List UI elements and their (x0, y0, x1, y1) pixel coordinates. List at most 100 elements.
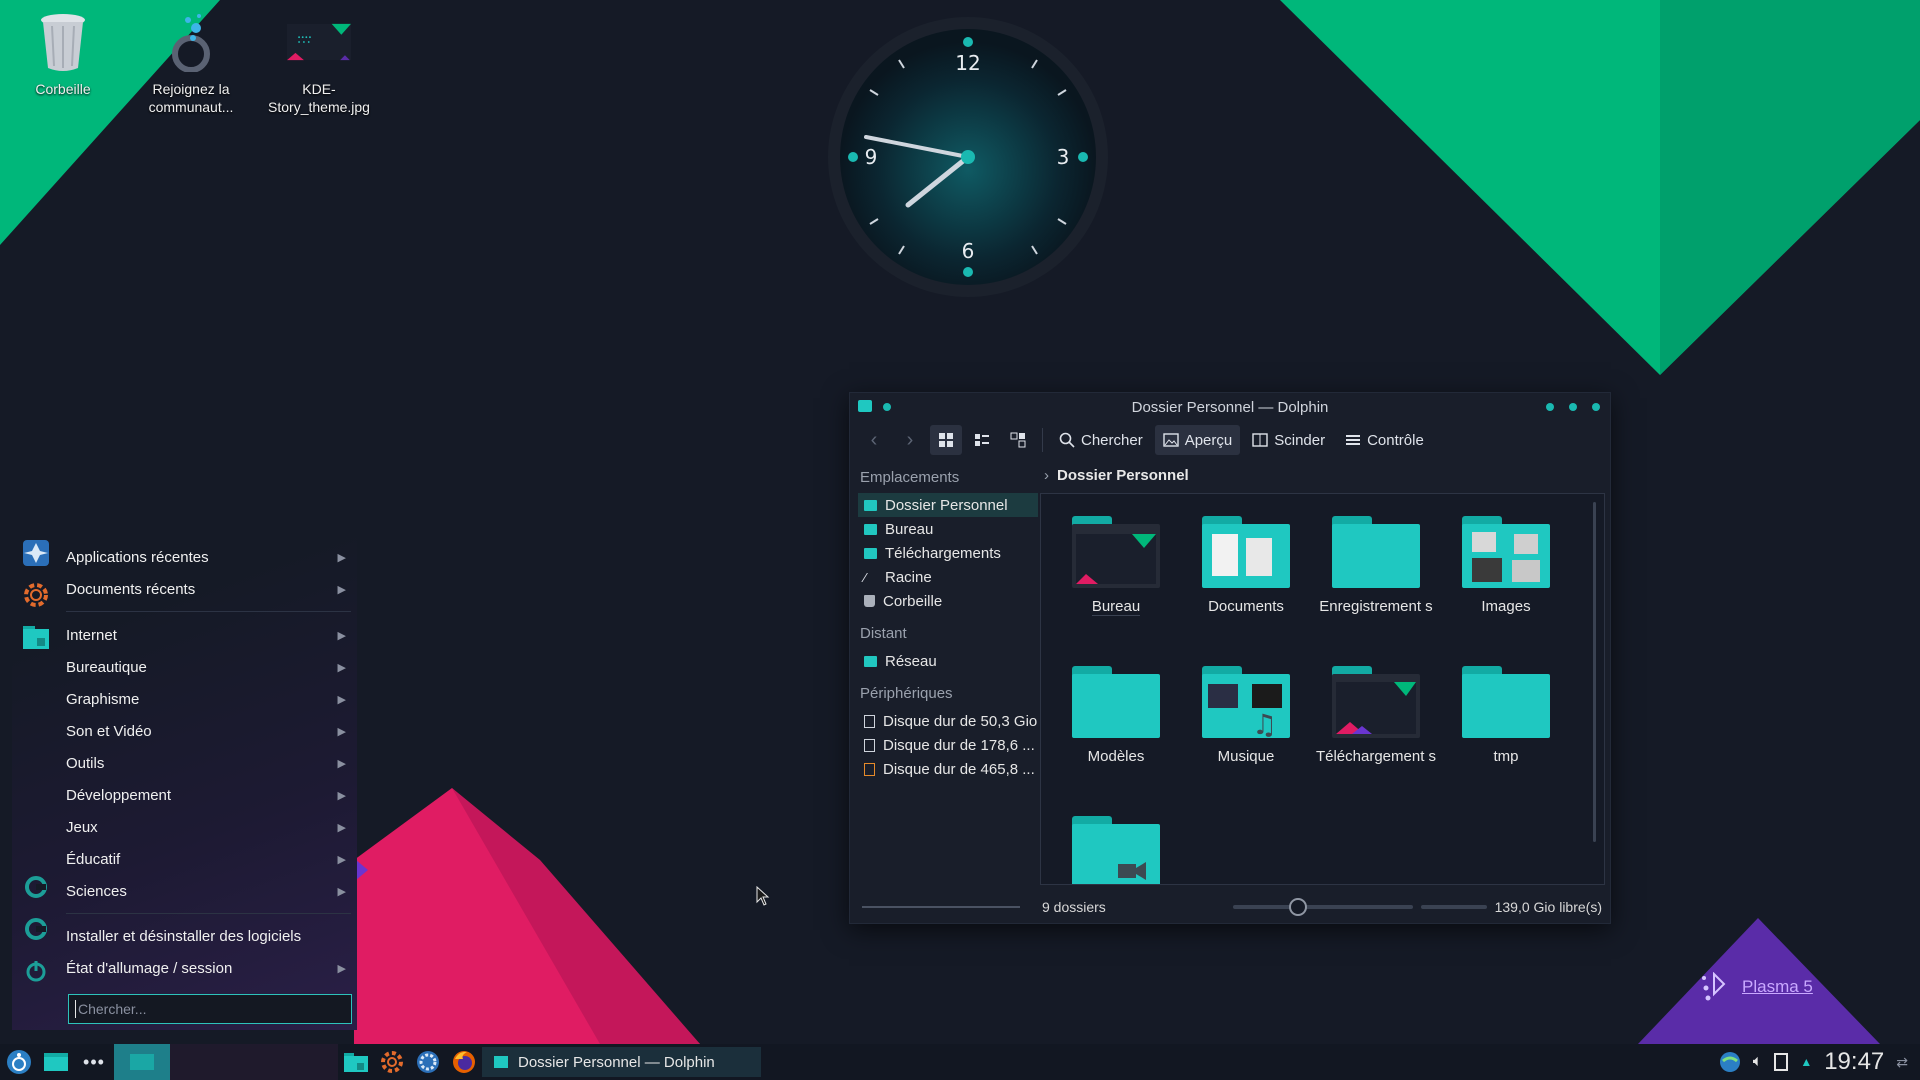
taskbar-firefox-launcher[interactable] (446, 1044, 482, 1080)
place-home[interactable]: Dossier Personnel (858, 493, 1038, 517)
folder-item[interactable]: Images (1441, 504, 1571, 654)
place-label: Racine (885, 568, 932, 586)
folder-item[interactable]: Bureau (1051, 504, 1181, 654)
task-dolphin[interactable]: Dossier Personnel — Dolphin (482, 1047, 761, 1077)
folder-item[interactable] (1051, 804, 1181, 884)
show-desktop-button[interactable] (38, 1044, 74, 1080)
power-icon[interactable] (21, 956, 51, 986)
application-launcher-button[interactable] (0, 1044, 38, 1080)
split-button-label: Scinder (1274, 431, 1326, 449)
panel-settings-icon[interactable]: ⇄ (1896, 1054, 1908, 1071)
chevron-right-icon: ▶ (337, 583, 346, 596)
vertical-scrollbar[interactable] (1593, 502, 1596, 842)
desktop-icon-wallpaper-file[interactable]: KDE-Story_theme.jpg (264, 10, 374, 116)
videos-folder-icon (1072, 816, 1160, 884)
application-launcher-menu[interactable]: Applications récentes ▶ Documents récents… (12, 528, 357, 1030)
forward-button[interactable]: › (894, 425, 926, 455)
virtual-desktop-2[interactable] (170, 1044, 226, 1080)
place-network[interactable]: Réseau (858, 649, 1038, 673)
menu-item-label: Installer et désinstaller des logiciels (66, 927, 302, 945)
folder-item[interactable]: Documents (1181, 504, 1311, 654)
network-icon[interactable] (1719, 1051, 1741, 1073)
taskbar-settings-launcher[interactable] (374, 1044, 410, 1080)
minimize-button[interactable] (1546, 403, 1554, 411)
menu-category-science[interactable]: Sciences ▶ (66, 876, 346, 906)
device-disk-2[interactable]: Disque dur de 178,6 ... (858, 733, 1038, 757)
virtual-desktop-4[interactable] (282, 1044, 338, 1080)
search-button[interactable]: Chercher (1051, 425, 1151, 455)
breadcrumb[interactable]: › Dossier Personnel (1044, 463, 1189, 487)
places-panel-resize-handle[interactable] (862, 906, 1020, 908)
split-view-icon (1252, 433, 1268, 447)
menu-item-recent-documents[interactable]: Documents récents ▶ (66, 574, 346, 604)
hard-disk-icon (864, 714, 875, 728)
zoom-slider[interactable] (1232, 898, 1413, 916)
folder-label: tmp (1493, 748, 1519, 765)
file-view[interactable]: Bureau Documents Enregistrement s Images… (1040, 493, 1605, 885)
device-disk-3[interactable]: Disque dur de 465,8 ... (858, 757, 1038, 781)
menu-category-graphics[interactable]: Graphisme ▶ (66, 684, 346, 714)
desktop-icon-trash[interactable]: Corbeille (8, 10, 118, 98)
more-options-icon[interactable]: ••• (74, 1044, 114, 1080)
menu-category-internet[interactable]: Internet ▶ (66, 620, 346, 650)
leave-icon[interactable] (21, 872, 51, 902)
details-view-button[interactable] (1002, 425, 1034, 455)
icons-view-button[interactable] (930, 425, 962, 455)
folder-item[interactable]: Enregistrement s (1311, 504, 1441, 654)
chevron-right-icon: ▶ (337, 821, 346, 834)
folder-item[interactable]: tmp (1441, 654, 1571, 804)
place-label: Téléchargements (885, 544, 1001, 562)
place-downloads[interactable]: Téléchargements (858, 541, 1038, 565)
pin-icon[interactable] (883, 403, 891, 411)
split-button[interactable]: Scinder (1244, 425, 1333, 455)
place-desktop[interactable]: Bureau (858, 517, 1038, 541)
menu-category-office[interactable]: Bureautique ▶ (66, 652, 346, 682)
folder-item[interactable]: Téléchargement s (1311, 654, 1441, 804)
folder-label: Musique (1217, 748, 1275, 765)
compact-view-button[interactable] (966, 425, 998, 455)
tray-expand-icon[interactable]: ▲ (1800, 1055, 1812, 1069)
menu-item-recent-applications[interactable]: Applications récentes ▶ (66, 542, 346, 572)
menu-category-development[interactable]: Développement ▶ (66, 780, 346, 810)
place-trash[interactable]: Corbeille (858, 589, 1038, 613)
file-manager-icon[interactable] (21, 622, 51, 652)
menu-category-utilities[interactable]: Outils ▶ (66, 748, 346, 778)
device-disk-1[interactable]: Disque dur de 50,3 Gio (858, 709, 1038, 733)
folder-item[interactable]: ♫ Musique (1181, 654, 1311, 804)
window-titlebar[interactable]: Dossier Personnel — Dolphin (850, 393, 1610, 421)
virtual-desktop-3[interactable] (226, 1044, 282, 1080)
close-button[interactable] (1592, 403, 1600, 411)
folder-label: Bureau (1091, 598, 1141, 616)
maximize-button[interactable] (1569, 403, 1577, 411)
preview-button[interactable]: Aperçu (1154, 425, 1241, 455)
desktop-icon-community[interactable]: Rejoignez la communaut... (136, 10, 246, 116)
virtual-desktop-1[interactable] (114, 1044, 170, 1080)
clipboard-icon[interactable] (1774, 1053, 1789, 1071)
menu-item-power-session[interactable]: État d'allumage / session ▶ (66, 953, 346, 983)
volume-icon[interactable]: 🔈︎ (1753, 1053, 1763, 1071)
discover-icon[interactable] (21, 538, 51, 568)
menu-category-games[interactable]: Jeux ▶ (66, 812, 346, 842)
back-button[interactable]: ‹ (858, 425, 890, 455)
clock-numeral-6: 6 (962, 239, 975, 263)
taskbar-system-settings-launcher[interactable] (410, 1044, 446, 1080)
menu-category-multimedia[interactable]: Son et Vidéo ▶ (66, 716, 346, 746)
zoom-slider-handle[interactable] (1288, 898, 1307, 916)
digital-clock[interactable]: 19:47 (1824, 1048, 1884, 1076)
taskbar-dolphin-launcher[interactable] (338, 1044, 374, 1080)
system-tray: 🔈︎ ▲ 19:47 ⇄ (1719, 1048, 1920, 1076)
place-root[interactable]: ∕ Racine (858, 565, 1038, 589)
breadcrumb-home[interactable]: Dossier Personnel (1057, 467, 1189, 484)
chevron-right-icon: ▶ (337, 661, 346, 674)
sleep-icon[interactable] (21, 914, 51, 944)
dolphin-window[interactable]: Dossier Personnel — Dolphin ‹ › Chercher… (849, 392, 1611, 924)
file-manager-icon (494, 1056, 508, 1068)
menu-category-education[interactable]: Éducatif ▶ (66, 844, 346, 874)
launcher-search-input[interactable]: Chercher... (68, 994, 352, 1024)
settings-gear-icon[interactable] (21, 580, 51, 610)
folder-item[interactable]: Modèles (1051, 654, 1181, 804)
control-menu-button[interactable]: Contrôle (1337, 425, 1432, 455)
menu-item-install-software[interactable]: Installer et désinstaller des logiciels (66, 921, 346, 951)
icons-view-icon (939, 433, 953, 447)
folder-label: Enregistrement s (1319, 598, 1433, 615)
